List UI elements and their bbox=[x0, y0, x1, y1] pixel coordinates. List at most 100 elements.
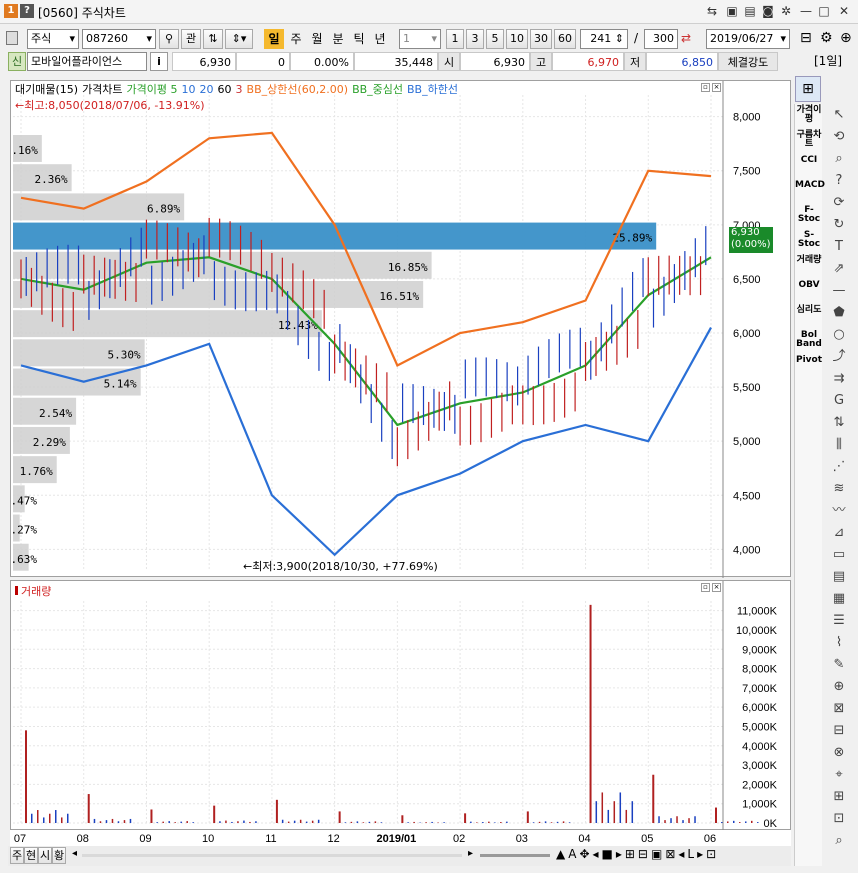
tab-status[interactable]: 황 bbox=[52, 847, 66, 864]
print-icon[interactable]: ▤ bbox=[742, 3, 758, 19]
drawing-tool-icon[interactable]: T bbox=[825, 236, 853, 258]
drawing-tool-icon[interactable]: — bbox=[825, 280, 853, 302]
drawing-tool-icon[interactable]: 〰 bbox=[825, 500, 853, 522]
drawing-tool-icon[interactable]: ⊗ bbox=[825, 742, 853, 764]
period-tick[interactable]: 틱 bbox=[349, 29, 369, 49]
period-month[interactable]: 월 bbox=[307, 29, 327, 49]
indicator-tool[interactable]: Bol Band bbox=[795, 329, 823, 354]
indicator-tool[interactable]: Pivot bbox=[795, 354, 823, 379]
legend-item[interactable]: BB_상한선(60,2.00) bbox=[247, 83, 349, 96]
num-10-button[interactable]: 10 bbox=[506, 29, 528, 49]
legend-item[interactable]: 20 bbox=[200, 83, 214, 96]
price-chart-panel[interactable]: 8,000 7,500 7,000 6,500 6,000 5,500 5,000 4,500… bbox=[4, 80, 791, 578]
panel-minimize-icon[interactable]: ▫ bbox=[701, 83, 710, 92]
drawing-tool-icon[interactable]: ↖ bbox=[825, 104, 853, 126]
panel-close-icon[interactable]: × bbox=[712, 83, 721, 92]
panel-close-icon[interactable]: × bbox=[712, 583, 721, 592]
search-button[interactable]: ⚲ bbox=[159, 29, 179, 49]
period-year[interactable]: 년 bbox=[370, 29, 390, 49]
drawing-tool-icon[interactable]: ⫼ bbox=[825, 434, 853, 456]
scroll-left-icon[interactable]: ◂ bbox=[72, 848, 77, 859]
period-week[interactable]: 주 bbox=[286, 29, 306, 49]
minimize-icon[interactable]: — bbox=[798, 3, 814, 19]
drawing-tool-icon[interactable]: ⊟ bbox=[825, 720, 853, 742]
drawing-tool-icon[interactable]: ↻ bbox=[825, 214, 853, 236]
drawing-tool-icon[interactable]: ≋ bbox=[825, 478, 853, 500]
strength-button[interactable]: 체결강도 bbox=[718, 52, 778, 71]
drawing-tool-icon[interactable]: ⌕ bbox=[825, 830, 853, 852]
drawing-tool-icon[interactable]: ▦ bbox=[825, 588, 853, 610]
legend-item[interactable]: 대기매물(15) bbox=[15, 83, 78, 96]
drawing-tool-icon[interactable]: ⌇ bbox=[825, 632, 853, 654]
scroll-right-icon[interactable]: ▸ bbox=[468, 848, 473, 859]
num-3-button[interactable]: 3 bbox=[466, 29, 484, 49]
maximize-icon[interactable]: □ bbox=[816, 3, 832, 19]
indicator-tool[interactable]: MACD bbox=[795, 179, 825, 204]
camera-icon[interactable]: ◙ bbox=[760, 3, 776, 19]
period-day[interactable]: 일 bbox=[264, 29, 284, 49]
drawing-tool-icon[interactable]: ⊕ bbox=[825, 676, 853, 698]
copy-icon[interactable]: ▣ bbox=[724, 3, 740, 19]
indicator-tool[interactable]: OBV bbox=[795, 279, 823, 304]
drawing-tool-icon[interactable]: ⟲ bbox=[825, 126, 853, 148]
arrows-icon[interactable]: ⇄ bbox=[681, 31, 691, 45]
drawing-tool-icon[interactable]: ▤ bbox=[825, 566, 853, 588]
drawing-tool-icon[interactable]: ⌕ bbox=[825, 148, 853, 170]
drawing-tool-icon[interactable]: ⤴ bbox=[825, 346, 853, 368]
link-icon[interactable]: ⇆ bbox=[704, 3, 720, 19]
save-icon[interactable]: ⊟ bbox=[800, 30, 812, 46]
pin-icon[interactable]: ⊕ bbox=[840, 30, 852, 46]
drawing-tool-icon[interactable]: ▭ bbox=[825, 544, 853, 566]
legend-item[interactable]: 60 bbox=[218, 83, 232, 96]
legend-item[interactable]: BB_하한선 bbox=[407, 83, 458, 96]
refresh-icon[interactable]: ⇅ bbox=[203, 29, 223, 49]
drawing-tool-icon[interactable]: G bbox=[825, 390, 853, 412]
legend-item[interactable]: 가격차트 bbox=[82, 83, 122, 96]
drawing-tool-icon[interactable]: ? bbox=[825, 170, 853, 192]
total-input[interactable]: 300 bbox=[644, 29, 678, 49]
legend-item[interactable]: BB_중심선 bbox=[352, 83, 403, 96]
drawing-tool-icon[interactable]: ⊞ bbox=[825, 786, 853, 808]
gear-icon[interactable]: ⚙ bbox=[820, 30, 833, 46]
drawing-tool-icon[interactable]: ⊠ bbox=[825, 698, 853, 720]
panel-minimize-icon[interactable]: ▫ bbox=[701, 583, 710, 592]
help-icon[interactable]: ? bbox=[20, 4, 34, 18]
indicator-tool[interactable]: 가격이평 bbox=[795, 104, 823, 129]
count-input[interactable]: 241 ⇕ bbox=[580, 29, 628, 49]
indicator-tool[interactable]: 거래량 bbox=[795, 254, 823, 279]
tab-market[interactable]: 시 bbox=[38, 847, 52, 864]
chart-nav-icons[interactable]: ▲A✥◂■▸⊞⊟▣⊠◂L▸⊡ bbox=[556, 847, 719, 861]
code-input[interactable]: 087260 ▾ bbox=[82, 29, 156, 49]
tab-current[interactable]: 현 bbox=[24, 847, 38, 864]
drawing-tool-icon[interactable]: ⊿ bbox=[825, 522, 853, 544]
market-select[interactable]: 주식 ▾ bbox=[27, 29, 79, 49]
drawing-tool-icon[interactable]: ⬟ bbox=[825, 302, 853, 324]
drawing-tool-icon[interactable]: ⇅ bbox=[825, 412, 853, 434]
num-30-button[interactable]: 30 bbox=[530, 29, 552, 49]
zoom-slider[interactable] bbox=[480, 854, 550, 857]
num-1-button[interactable]: 1 bbox=[446, 29, 464, 49]
indicator-tool[interactable]: 구름차트 bbox=[795, 129, 823, 154]
scrollbar-track[interactable] bbox=[82, 854, 462, 857]
tab-week[interactable]: 주 bbox=[10, 847, 24, 864]
interval-select[interactable]: 1 ▾ bbox=[399, 29, 441, 49]
close-icon[interactable]: ✕ bbox=[836, 3, 852, 19]
date-input[interactable]: 2019/06/27 ▾ bbox=[706, 29, 790, 49]
volume-panel[interactable]: 11,000K 10,000K 9,000K 8,000K 7,000K 6,000K 5,… bbox=[10, 580, 791, 831]
gwan-button[interactable]: 관 bbox=[181, 29, 201, 49]
info-button[interactable]: i bbox=[150, 52, 168, 71]
legend-item[interactable]: 10 bbox=[182, 83, 196, 96]
drawing-tool-icon[interactable]: ✎ bbox=[825, 654, 853, 676]
num-5-button[interactable]: 5 bbox=[486, 29, 504, 49]
updown-icon[interactable]: ⇕▾ bbox=[225, 29, 253, 49]
drawing-tool-icon[interactable]: ⇗ bbox=[825, 258, 853, 280]
num-60-button[interactable]: 60 bbox=[554, 29, 576, 49]
drawing-tool-icon[interactable]: ○ bbox=[825, 324, 853, 346]
drawing-tool-icon[interactable]: ⋰ bbox=[825, 456, 853, 478]
indicator-tool[interactable]: 심리도 bbox=[795, 304, 823, 329]
indicator-tool[interactable]: F-Stoc bbox=[795, 204, 823, 229]
drawing-tool-icon[interactable]: ⊡ bbox=[825, 808, 853, 830]
drawing-tool-icon[interactable]: ⟳ bbox=[825, 192, 853, 214]
legend-item[interactable]: 3 bbox=[236, 83, 243, 96]
drawing-tool-icon[interactable]: ⌖ bbox=[825, 764, 853, 786]
